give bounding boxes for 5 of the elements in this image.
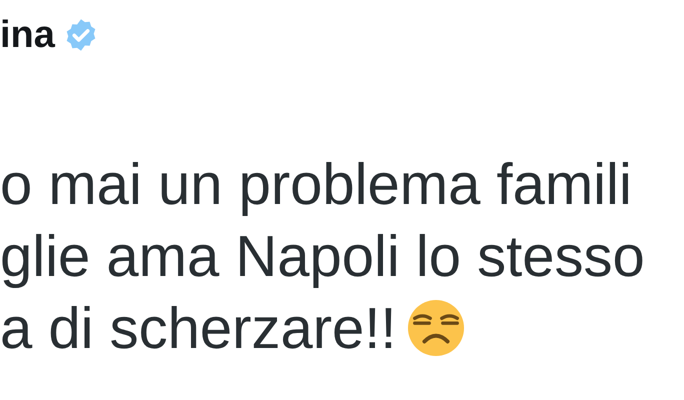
unamused-face-icon <box>406 299 465 357</box>
tweet-text: glie ama Napoli lo stesso <box>0 222 645 290</box>
tweet-text: a di scherzare!! <box>0 294 397 362</box>
tweet-text: o mai un problema famili <box>0 150 632 218</box>
author-name[interactable]: ina <box>0 14 55 56</box>
